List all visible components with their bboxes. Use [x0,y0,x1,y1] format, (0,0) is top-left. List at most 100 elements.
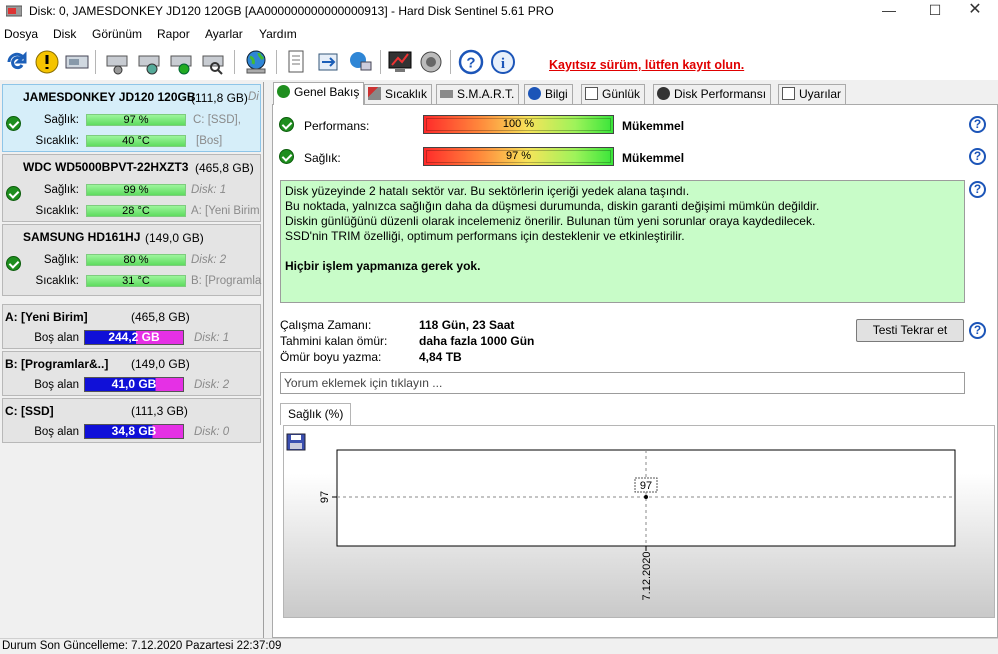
report-icon[interactable] [282,48,310,76]
health-chart-area: 97 7.12.2020 97 [283,425,995,618]
temperature-bar: 40 °C [86,135,186,147]
thermometer-icon [368,87,381,100]
toolbar: ? i [0,44,998,80]
temperature-bar: 28 °C [86,205,186,217]
volume-card[interactable]: B: [Programlar&..] (149,0 GB) Boş alan 4… [2,351,261,396]
minimize-button[interactable]: — [866,0,912,22]
warning-icon[interactable] [33,48,61,76]
tab-disk-performance[interactable]: Disk Performansı [653,84,772,104]
globe-icon[interactable] [242,48,270,76]
disk-size: (149,0 GB) [145,231,204,245]
free-space-bar: 34,8 GB [84,424,184,439]
health-ok-icon [279,149,294,164]
health-label: Sağlık: [304,151,341,165]
status-message-box: Disk yüzeyinde 2 hatalı sektör var. Bu s… [280,180,965,303]
performance-rating: Mükemmel [622,119,685,133]
menu-dosya[interactable]: Dosya [4,27,38,41]
disk-index: Di [248,91,259,103]
disk-card[interactable]: SAMSUNG HD161HJ (149,0 GB) Sağlık: 80 % … [2,224,261,296]
disk-search-icon[interactable] [200,48,228,76]
volume-size: (149,0 GB) [131,357,190,371]
health-bar: 97 % [86,114,186,126]
disk-index: Disk: 1 [191,184,227,196]
free-space-bar: 41,0 GB [84,377,184,392]
send-report-icon[interactable] [314,48,342,76]
svg-text:?: ? [466,55,475,72]
temperature-label: Sıcaklık: [35,275,79,287]
volume-card[interactable]: A: [Yeni Birim] (465,8 GB) Boş alan 244,… [2,304,261,349]
performance-bar: 100 % [423,115,614,134]
message-line: SSD'nin TRIM özelliği, optimum performan… [285,229,685,243]
remaining-life-value: daha fazla 1000 Gün [419,334,535,348]
performance-value: 100 % [502,118,535,130]
volume-name: B: [Programlar&..] [5,357,109,371]
disk-volume: B: [Programla [191,275,262,287]
disk-card[interactable]: JAMESDONKEY JD120 120GB (111,8 GB) Di Sa… [2,84,261,152]
volume-disk: Disk: 1 [194,332,230,344]
menu-yardim[interactable]: Yardım [259,27,297,41]
uptime-value: 118 Gün, 23 Saat [419,318,515,332]
lifetime-writes-label: Ömür boyu yazma: [280,350,382,364]
menu-disk[interactable]: Disk [53,27,76,41]
disk-check-icon[interactable] [168,48,196,76]
tab-overview[interactable]: Genel Bakış [273,82,365,105]
uptime-label: Çalışma Zamanı: [280,318,372,332]
tab-info[interactable]: Bilgi [524,84,573,104]
volume-card[interactable]: C: [SSD] (111,3 GB) Boş alan 34,8 GB Dis… [2,398,261,443]
retest-help-icon[interactable]: ? [969,322,986,339]
ok-icon [6,116,21,131]
tab-log[interactable]: Günlük [581,84,646,104]
disk-card[interactable]: WDC WD5000BPVT-22HXZT3 (465,8 GB) Sağlık… [2,154,261,222]
message-help-icon[interactable]: ? [969,181,986,198]
performance-icon[interactable] [386,48,414,76]
disk-icon[interactable] [63,48,91,76]
log-icon [585,87,598,100]
check-icon [277,85,290,98]
gauge-icon [657,87,670,100]
registration-link[interactable]: Kayıtsız sürüm, lütfen kayıt olun. [549,58,744,72]
temperature-label: Sıcaklık: [35,205,79,217]
disk-name: JAMESDONKEY JD120 120GB [23,90,196,104]
performance-ok-icon [279,117,294,132]
title-bar: Disk: 0, JAMESDONKEY JD120 120GB [AA0000… [0,0,998,22]
retest-button[interactable]: Testi Tekrar et [856,319,964,342]
temperature-label: Sıcaklık: [35,135,79,147]
disk-test-icon[interactable] [104,48,132,76]
app-icon [6,5,22,17]
window-title: Disk: 0, JAMESDONKEY JD120 120GB [AA0000… [29,4,554,18]
message-line: Disk yüzeyinde 2 hatalı sektör var. Bu s… [285,184,690,198]
comment-input[interactable]: Yorum eklemek için tıklayın ... [280,372,965,394]
disk-index: Disk: 2 [191,254,227,266]
menu-gorunum[interactable]: Görünüm [92,27,142,41]
tab-smart[interactable]: S.M.A.R.T. [436,84,520,104]
performance-help-icon[interactable]: ? [969,116,986,133]
surface-test-icon[interactable] [136,48,164,76]
free-space-label: Boş alan [34,379,79,391]
volume-disk: Disk: 0 [194,426,230,438]
volume-name: A: [Yeni Birim] [5,310,88,324]
data-point [644,495,648,499]
health-bar: 99 % [86,184,186,196]
health-chart: 97 7.12.2020 97 [319,449,956,600]
volume-size: (111,3 GB) [131,404,188,418]
info-icon[interactable]: i [489,48,517,76]
speaker-icon[interactable] [417,48,445,76]
free-space-bar: 244,2 GB [84,330,184,345]
health-help-icon[interactable]: ? [969,148,986,165]
volume-size: (465,8 GB) [131,310,190,324]
tab-alerts[interactable]: Uyarılar [778,84,847,104]
refresh-icon[interactable] [3,48,31,76]
alerts-icon [782,87,795,100]
data-label: 97 [640,480,652,492]
menu-rapor[interactable]: Rapor [157,27,190,41]
health-label: Sağlık: [43,184,79,196]
close-button[interactable]: ✕ [952,0,998,22]
tab-temperature[interactable]: Sıcaklık [364,84,433,104]
menu-ayarlar[interactable]: Ayarlar [205,27,243,41]
free-space-label: Boş alan [34,332,79,344]
disk-name: SAMSUNG HD161HJ [23,230,141,244]
help-icon[interactable]: ? [457,48,485,76]
network-icon[interactable] [346,48,374,76]
lifetime-writes-value: 4,84 TB [419,350,462,364]
chart-tab-health[interactable]: Sağlık (%) [280,403,352,425]
